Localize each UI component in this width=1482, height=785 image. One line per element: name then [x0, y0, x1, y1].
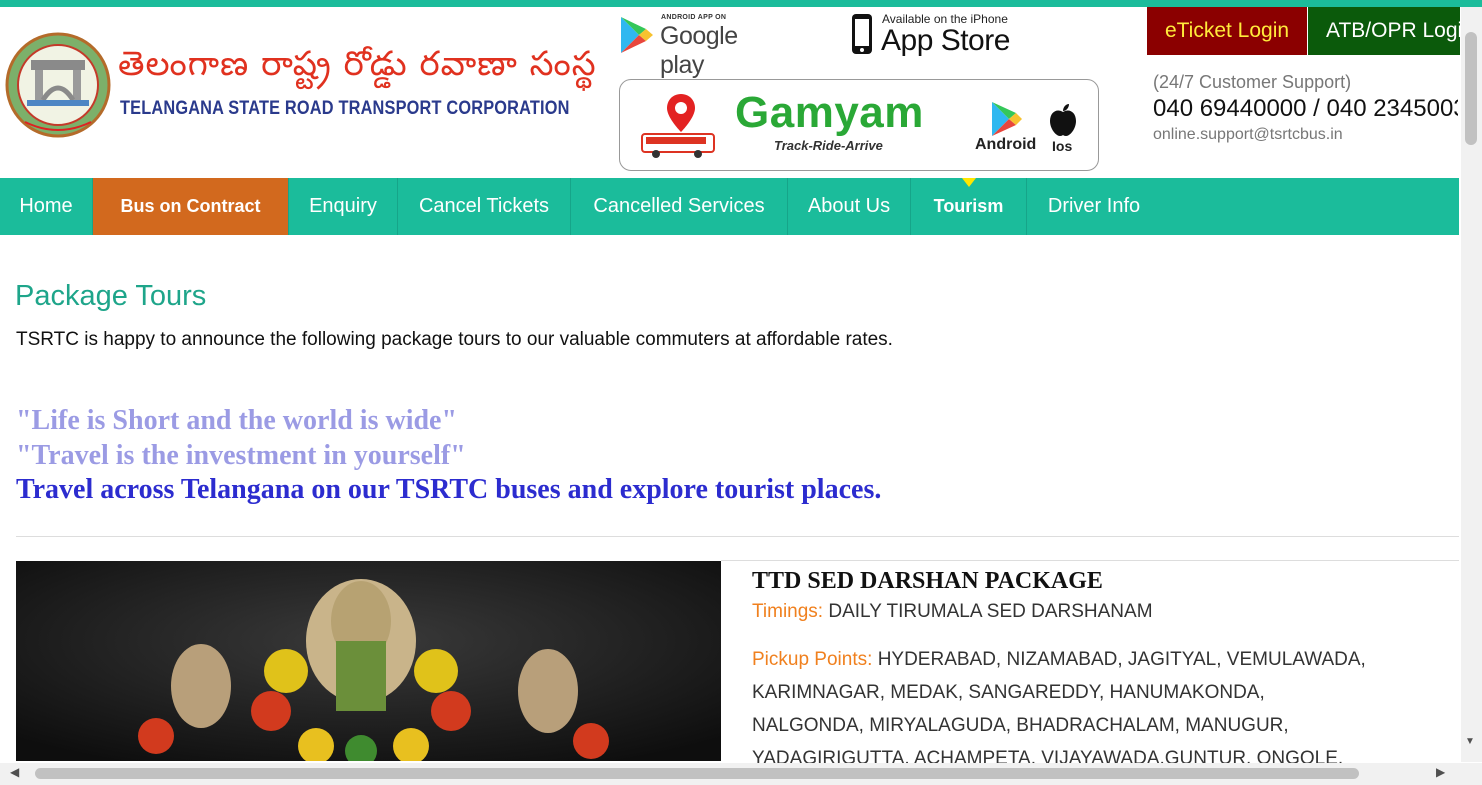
- top-accent-strip: [0, 0, 1482, 7]
- gamyam-app-banner[interactable]: Gamyam Track-Ride-Arrive Android Ios: [619, 79, 1099, 171]
- nav-cancel-tickets[interactable]: Cancel Tickets: [398, 178, 571, 235]
- nav-tourism[interactable]: Tourism: [911, 178, 1027, 235]
- scroll-right-arrow-icon[interactable]: ▶: [1436, 765, 1445, 779]
- package-image: [16, 561, 721, 761]
- scroll-down-arrow-icon[interactable]: ▼: [1465, 736, 1475, 747]
- location-pin-icon: [667, 94, 695, 132]
- nav-bus-on-contract[interactable]: Bus on Contract: [93, 178, 289, 235]
- vertical-scrollbar[interactable]: ▼: [1461, 7, 1482, 762]
- support-label: (24/7 Customer Support): [1153, 72, 1352, 92]
- logo-telugu-text: తెలంగాణ రాష్ట్ర రోడ్డు రవాణా సంస్థ: [118, 44, 597, 84]
- scrollbar-corner: [1461, 763, 1482, 785]
- package-timings: Timings: DAILY TIRUMALA SED DARSHANAM: [752, 601, 1153, 623]
- quote-telangana: Travel across Telangana on our TSRTC bus…: [16, 474, 882, 505]
- scroll-left-arrow-icon[interactable]: ◀: [10, 765, 19, 779]
- nav-home[interactable]: Home: [0, 178, 93, 235]
- support-email-link[interactable]: online.support@tsrtcbus.in: [1153, 126, 1343, 144]
- nav-driver-info[interactable]: Driver Info: [1027, 178, 1161, 235]
- package-pickup: Pickup Points: HYDERABAD, NIZAMABAD, JAG…: [752, 649, 1366, 671]
- atb-opr-login-button[interactable]: ATB/OPR Login: [1308, 7, 1460, 55]
- content-divider: [16, 536, 1459, 537]
- google-play-badge[interactable]: ANDROID APP ON Google play: [617, 12, 787, 79]
- pickup-line-4: YADAGIRIGUTTA, ACHAMPETA, VIJAYAWADA,GUN…: [752, 748, 1344, 763]
- pickup-line-2: KARIMNAGAR, MEDAK, SANGAREDDY, HANUMAKON…: [752, 682, 1265, 703]
- quote-travel: "Travel is the investment in yourself": [16, 440, 466, 471]
- nav-enquiry[interactable]: Enquiry: [289, 178, 398, 235]
- google-play-text: Google play: [660, 22, 738, 79]
- page-title: Package Tours: [15, 280, 207, 312]
- play-store-icon: [992, 102, 1022, 136]
- apple-icon: [1050, 104, 1076, 136]
- gamyam-title: Gamyam: [735, 88, 924, 137]
- eticket-login-button[interactable]: eTicket Login: [1147, 7, 1307, 55]
- timings-value: DAILY TIRUMALA SED DARSHANAM: [828, 601, 1153, 622]
- bus-icon: [641, 133, 715, 158]
- pickup-line-1: HYDERABAD, NIZAMABAD, JAGITYAL, VEMULAWA…: [877, 649, 1366, 670]
- tsrtc-emblem-logo[interactable]: [5, 30, 111, 140]
- app-store-text: App Store: [881, 24, 1010, 57]
- quote-life: "Life is Short and the world is wide": [16, 405, 458, 436]
- pickup-label: Pickup Points:: [752, 649, 873, 670]
- nav-cancelled-services[interactable]: Cancelled Services: [571, 178, 788, 235]
- iphone-icon: [852, 14, 872, 54]
- google-play-small-text: ANDROID APP ON: [661, 14, 727, 21]
- horizontal-scroll-thumb[interactable]: [35, 768, 1359, 779]
- package-details: Timings: DAILY TIRUMALA SED DARSHANAM Pi…: [721, 561, 1459, 763]
- google-play-icon: [621, 17, 653, 53]
- vertical-scroll-thumb[interactable]: [1465, 32, 1477, 145]
- timings-label: Timings:: [752, 601, 824, 622]
- pickup-line-3: NALGONDA, MIRYALAGUDA, BHADRACHALAM, MAN…: [752, 715, 1289, 736]
- gamyam-ios-label: Ios: [1052, 138, 1073, 154]
- gamyam-android-label: Android: [975, 136, 1037, 153]
- horizontal-scrollbar[interactable]: ◀ ▶: [0, 763, 1461, 785]
- main-nav: Home Bus on Contract Enquiry Cancel Tick…: [0, 178, 1459, 235]
- nav-about-us[interactable]: About Us: [788, 178, 911, 235]
- app-store-badge[interactable]: Available on the iPhone App Store: [848, 10, 1018, 60]
- intro-text: TSRTC is happy to announce the following…: [16, 329, 893, 350]
- support-phone: 040 69440000 / 040 23450033: [1153, 95, 1458, 122]
- logo-english-text: TELANGANA STATE ROAD TRANSPORT CORPORATI…: [120, 98, 570, 119]
- gamyam-tagline: Track-Ride-Arrive: [774, 138, 883, 153]
